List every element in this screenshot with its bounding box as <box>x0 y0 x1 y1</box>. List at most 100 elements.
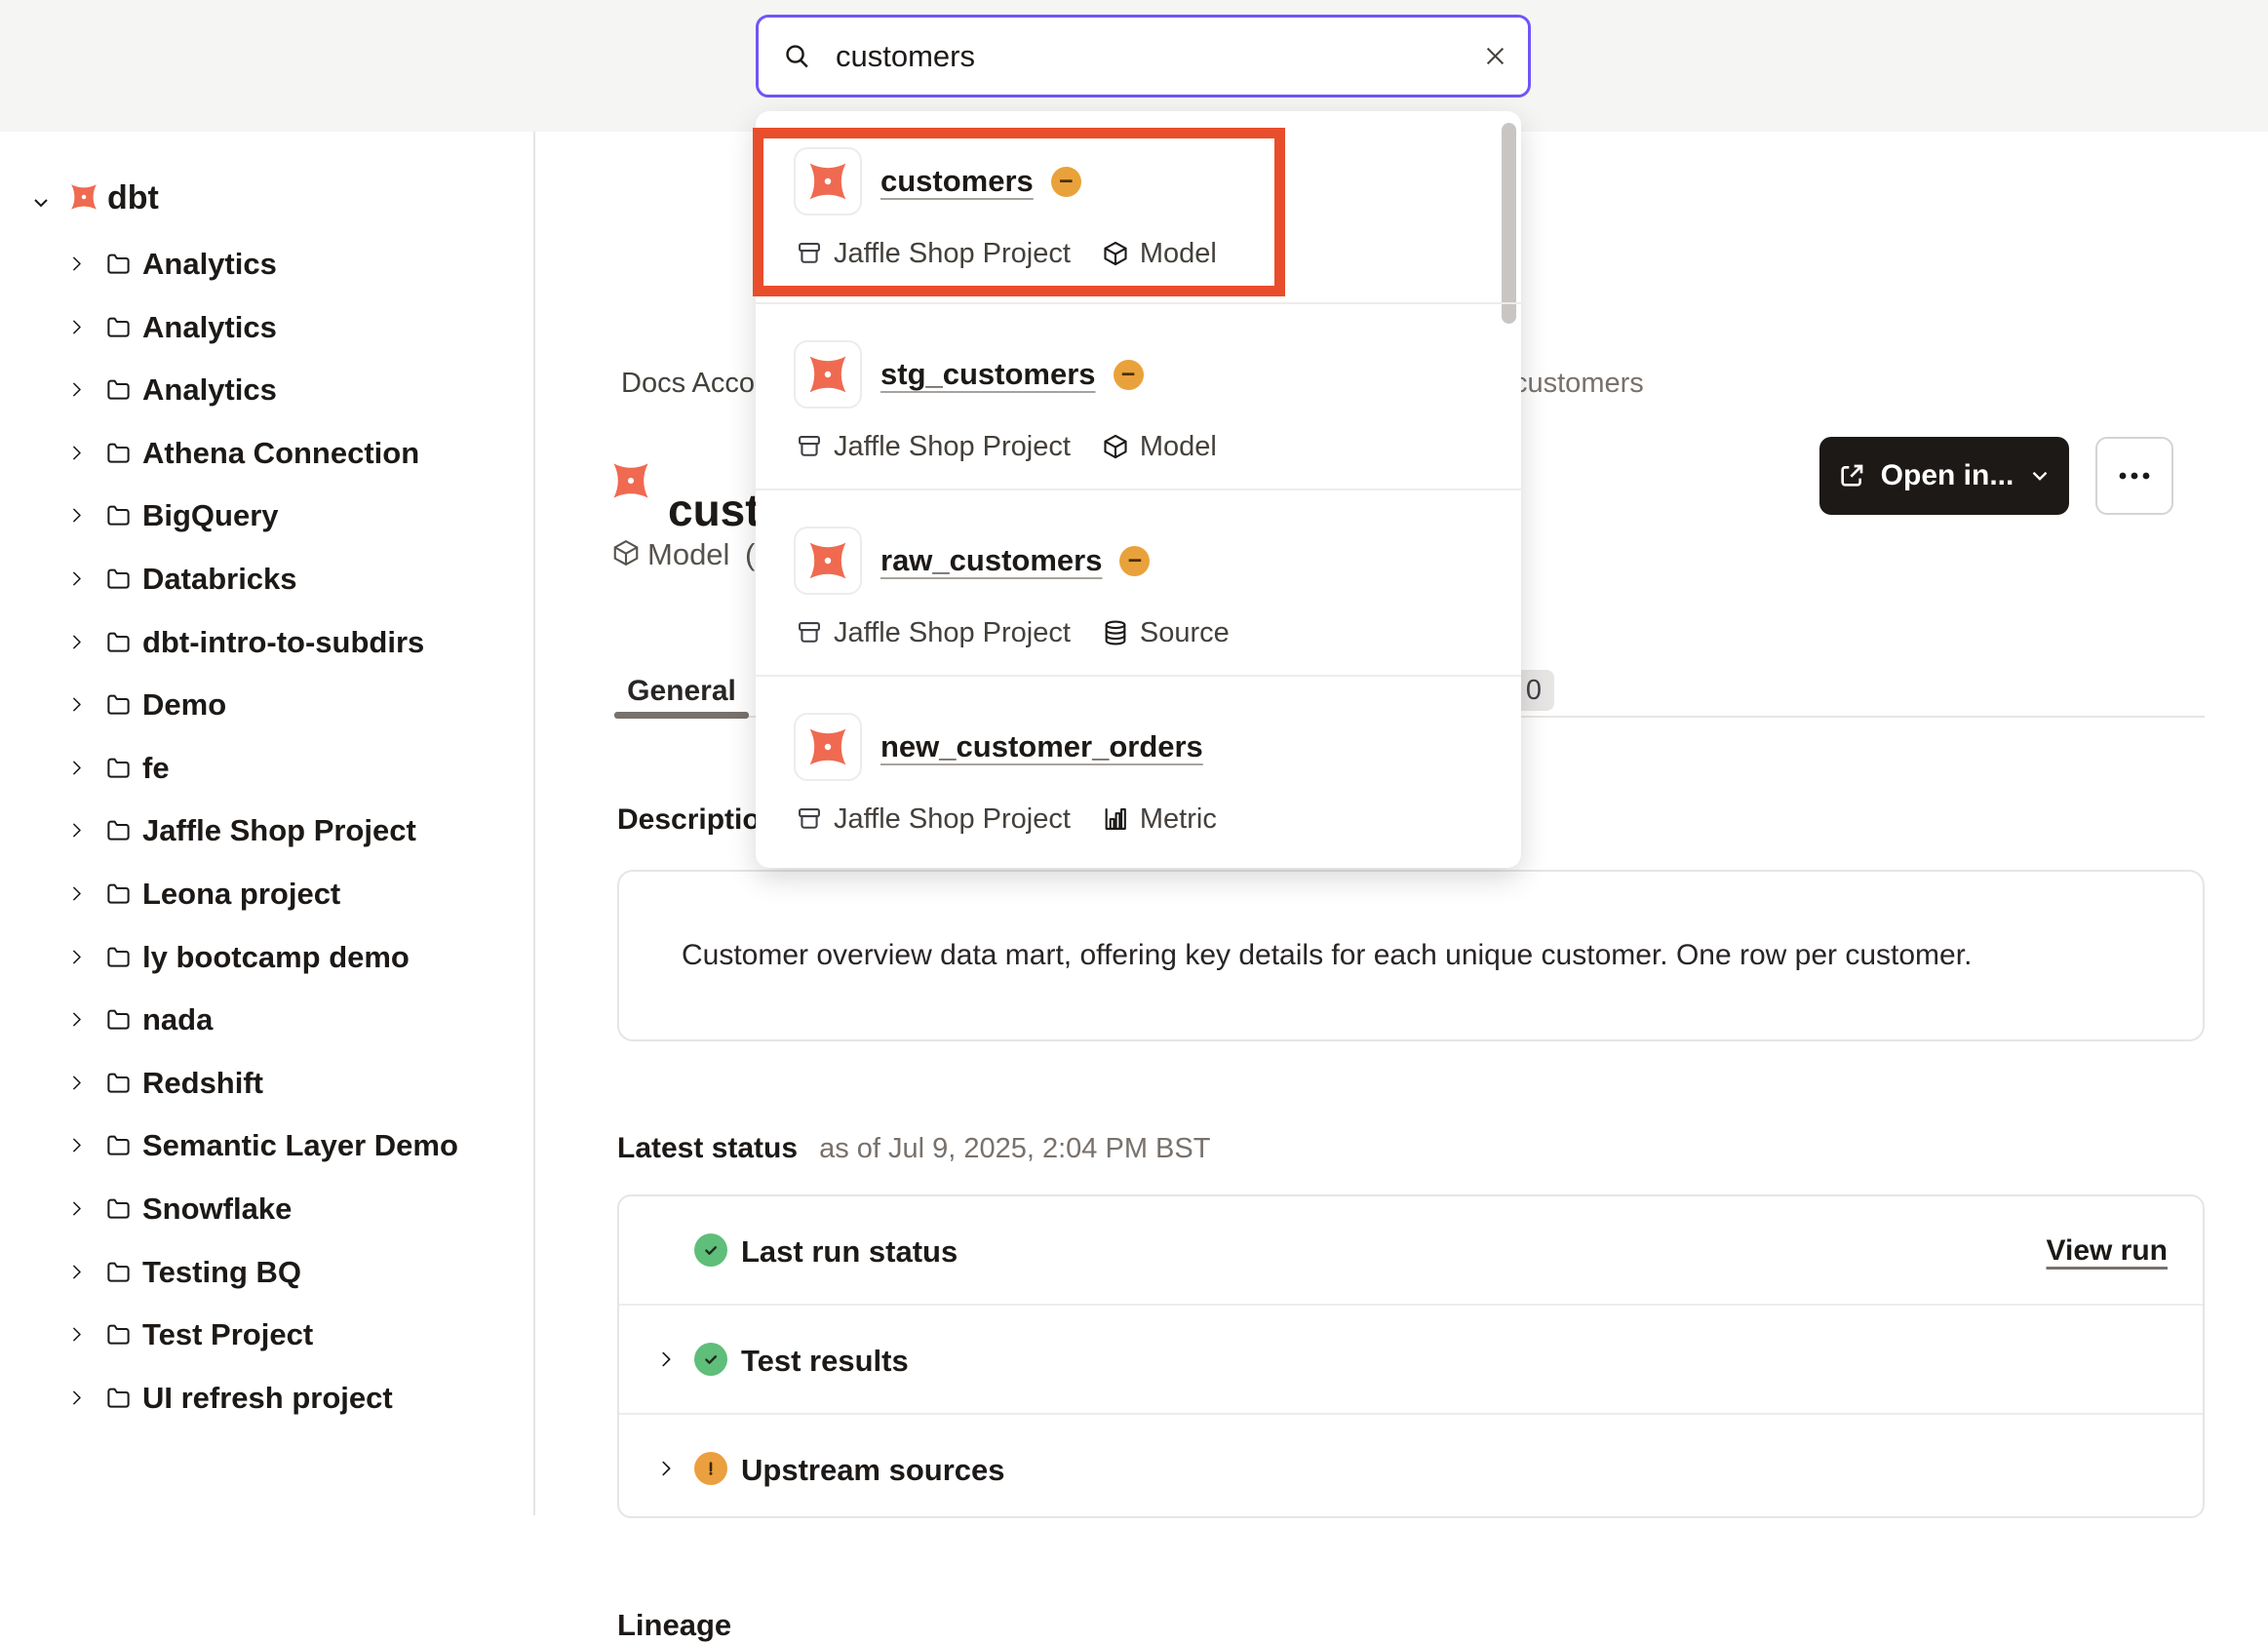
sidebar-item-analytics[interactable]: Analytics <box>0 241 533 286</box>
sidebar-item-ui-refresh-project[interactable]: UI refresh project <box>0 1375 533 1420</box>
sidebar-item-label: BigQuery <box>142 498 279 533</box>
sidebar-item-label: Snowflake <box>142 1192 292 1227</box>
dbt-resource-icon <box>794 713 862 781</box>
sidebar-item-bigquery[interactable]: BigQuery <box>0 492 533 537</box>
sidebar-root-dbt[interactable]: dbt <box>0 175 533 229</box>
dbt-resource-icon <box>609 459 652 502</box>
folder-icon <box>105 313 132 339</box>
breadcrumb[interactable]: Docs Acco <box>621 368 755 400</box>
sidebar-item-ly-bootcamp-demo[interactable]: ly bootcamp demo <box>0 934 533 979</box>
folder-icon <box>105 1131 132 1157</box>
warning-icon <box>694 1452 727 1485</box>
project-tree-sidebar: dbt Analytics Analytics Analytics Athena Co… <box>0 132 535 1515</box>
sidebar-item-label: Test Project <box>142 1317 313 1352</box>
sidebar-item-label: Analytics <box>142 310 277 345</box>
sidebar-item-snowflake[interactable]: Snowflake <box>0 1186 533 1231</box>
clear-search-icon[interactable] <box>1482 43 1508 69</box>
chevron-right-icon[interactable] <box>66 883 87 904</box>
folder-icon <box>105 754 132 780</box>
project-icon <box>796 805 823 833</box>
project-icon <box>796 240 823 267</box>
chevron-right-icon[interactable] <box>66 1135 87 1155</box>
search-result-customers[interactable]: customers− Jaffle Shop Project Model <box>756 111 1521 302</box>
tab-general[interactable]: General <box>614 670 749 713</box>
chevron-right-icon[interactable] <box>66 947 87 967</box>
status-row-upstream-sources[interactable]: Upstream sources <box>619 1413 2203 1518</box>
open-in-label: Open in... <box>1881 459 2014 492</box>
chevron-right-icon[interactable] <box>66 1073 87 1093</box>
stale-badge-icon: − <box>1051 167 1081 197</box>
sidebar-item-analytics[interactable]: Analytics <box>0 304 533 349</box>
active-tab-underline <box>614 712 749 719</box>
search-result-new_customer_orders[interactable]: new_customer_ordersJaffle Shop ProjectMe… <box>756 675 1521 868</box>
dbt-resource-icon <box>794 340 862 409</box>
sidebar-item-label: fe <box>142 751 170 786</box>
model-icon <box>1102 240 1129 267</box>
chevron-right-icon[interactable] <box>66 1262 87 1282</box>
sidebar-item-label: Demo <box>142 687 226 723</box>
sidebar-item-databricks[interactable]: Databricks <box>0 556 533 601</box>
status-row-test-results[interactable]: Test results <box>619 1304 2203 1413</box>
chevron-right-icon[interactable] <box>66 1009 87 1030</box>
open-in-button[interactable]: Open in... <box>1819 437 2069 515</box>
chevron-right-icon[interactable] <box>66 254 87 274</box>
sidebar-item-label: Analytics <box>142 372 277 408</box>
latest-status-heading: Latest status as of Jul 9, 2025, 2:04 PM… <box>617 1132 1210 1165</box>
folder-icon <box>105 880 132 906</box>
sidebar-item-testing-bq[interactable]: Testing BQ <box>0 1249 533 1294</box>
search-input[interactable] <box>834 38 1482 75</box>
folder-icon <box>105 816 132 842</box>
model-icon <box>1102 433 1129 460</box>
folder-icon <box>105 1384 132 1410</box>
chevron-right-icon[interactable] <box>66 632 87 652</box>
sidebar-item-leona-project[interactable]: Leona project <box>0 871 533 916</box>
chevron-right-icon[interactable] <box>66 1198 87 1219</box>
chevron-right-icon[interactable] <box>655 1458 677 1479</box>
sidebar-item-fe[interactable]: fe <box>0 745 533 790</box>
result-project: Jaffle Shop Project <box>834 238 1071 270</box>
chevron-right-icon[interactable] <box>66 694 87 715</box>
folder-icon <box>105 1069 132 1095</box>
result-title-link[interactable]: raw_customers <box>880 543 1102 578</box>
chevron-right-icon[interactable] <box>66 1388 87 1408</box>
chevron-right-icon[interactable] <box>66 568 87 589</box>
stale-badge-icon: − <box>1119 546 1150 576</box>
chevron-right-icon[interactable] <box>66 443 87 463</box>
dbt-logo-icon <box>68 181 99 213</box>
search-result-raw_customers[interactable]: raw_customers−Jaffle Shop ProjectSource <box>756 489 1521 675</box>
sidebar-item-nada[interactable]: nada <box>0 997 533 1041</box>
resource-type-label: Model <box>647 537 729 572</box>
sidebar-item-analytics[interactable]: Analytics <box>0 367 533 411</box>
status-row-last-run-status: Last run statusView run <box>619 1196 2203 1304</box>
chevron-right-icon[interactable] <box>66 379 87 400</box>
search-result-stg_customers[interactable]: stg_customers−Jaffle Shop ProjectModel <box>756 302 1521 489</box>
chevron-right-icon[interactable] <box>655 1349 677 1370</box>
result-title-link[interactable]: stg_customers <box>880 357 1096 392</box>
folder-icon <box>105 439 132 465</box>
chevron-down-icon[interactable] <box>29 191 53 215</box>
result-type: Model <box>1140 238 1217 270</box>
sidebar-item-test-project[interactable]: Test Project <box>0 1311 533 1356</box>
result-title-link[interactable]: new_customer_orders <box>880 729 1203 764</box>
sidebar-item-redshift[interactable]: Redshift <box>0 1060 533 1105</box>
description-card: Customer overview data mart, offering ke… <box>617 870 2205 1041</box>
sidebar-item-dbt-intro-to-subdirs[interactable]: dbt-intro-to-subdirs <box>0 619 533 664</box>
sidebar-item-demo[interactable]: Demo <box>0 682 533 726</box>
chevron-right-icon[interactable] <box>66 505 87 526</box>
chevron-down-icon <box>2027 463 2053 489</box>
chevron-right-icon[interactable] <box>66 820 87 841</box>
stale-badge-icon: − <box>1114 360 1144 390</box>
latest-status-title: Latest status <box>617 1132 798 1165</box>
chevron-right-icon[interactable] <box>66 1324 87 1345</box>
chevron-right-icon[interactable] <box>66 317 87 337</box>
lineage-heading: Lineage <box>617 1608 731 1643</box>
view-run-link[interactable]: View run <box>2047 1234 2168 1268</box>
sidebar-item-semantic-layer-demo[interactable]: Semantic Layer Demo <box>0 1122 533 1167</box>
sidebar-item-jaffle-shop-project[interactable]: Jaffle Shop Project <box>0 807 533 852</box>
search-icon <box>782 41 812 71</box>
global-search[interactable] <box>756 15 1531 98</box>
chevron-right-icon[interactable] <box>66 758 87 778</box>
sidebar-item-athena-connection[interactable]: Athena Connection <box>0 430 533 475</box>
more-actions-button[interactable] <box>2095 437 2173 515</box>
result-title-link[interactable]: customers <box>880 164 1034 199</box>
